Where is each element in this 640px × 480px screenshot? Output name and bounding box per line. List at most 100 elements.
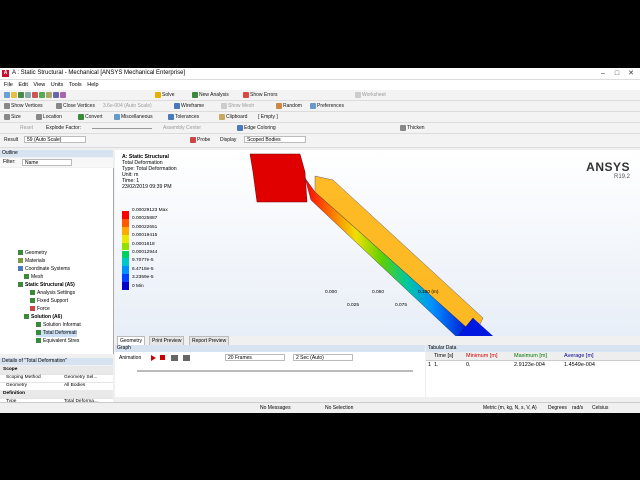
graphics-toolbar: Show Vertices Close Vertices 3.6e-004 (A… — [0, 101, 640, 112]
scale-label-050: 0.050 — [372, 290, 385, 295]
tab-report-preview[interactable]: Report Preview — [189, 336, 230, 345]
menu-view[interactable]: View — [33, 80, 45, 90]
tree-node-solution[interactable]: Solution (A6) — [24, 314, 62, 321]
probe-button[interactable]: Probe — [190, 136, 210, 144]
animation-label: Animation — [119, 355, 142, 361]
solution-icon — [24, 314, 29, 320]
tabular-panel: Time [s] Minimum [m] Maximum [m] Average… — [426, 352, 640, 397]
static-structural-icon — [18, 282, 23, 288]
tree-node-geometry[interactable]: Geometry — [18, 250, 47, 257]
table-row[interactable]: 1 1. 0. 2.9123e-004 1.4549e-004 — [426, 361, 640, 369]
thicken-button[interactable]: Thicken — [400, 124, 425, 132]
tree-node-total-deformation[interactable]: Total Deformati — [36, 330, 77, 337]
explode-slider[interactable] — [92, 128, 152, 129]
tree-node-equivalent-stress[interactable]: Equivalent Stres — [36, 338, 79, 345]
explode-toolbar: Reset Explode Factor: Assembly Center Ed… — [0, 123, 640, 134]
status-rads[interactable]: rad/s — [572, 405, 583, 411]
location-icon — [36, 113, 42, 120]
size-icon — [4, 113, 10, 120]
random-icon — [276, 102, 282, 109]
status-selection: No Selection — [325, 405, 354, 411]
standard-toolbar: Solve New Analysis Show Errors Worksheet — [0, 90, 640, 101]
tab-geometry[interactable]: Geometry — [117, 336, 145, 345]
status-messages[interactable]: No Messages — [260, 405, 291, 411]
tree-node-force[interactable]: Force — [30, 306, 50, 313]
close-icon[interactable]: ✕ — [624, 69, 638, 78]
tree-node-mesh[interactable]: Mesh — [24, 274, 43, 281]
menu-help[interactable]: Help — [87, 80, 98, 90]
filter-select[interactable]: Name — [22, 159, 72, 166]
convert-button[interactable]: Convert — [78, 113, 103, 121]
show-mesh-button[interactable]: Show Mesh — [221, 102, 254, 110]
miscellaneous-button[interactable]: Miscellaneous — [114, 113, 153, 121]
reset-button[interactable]: Reset — [20, 124, 33, 132]
clipboard-icon — [219, 113, 225, 120]
ansys-logo-icon: A — [2, 70, 9, 77]
tab-print-preview[interactable]: Print Preview — [149, 336, 185, 345]
vertices-icon — [4, 102, 10, 109]
assembly-center-select[interactable]: Assembly Center — [163, 124, 201, 132]
filter-label: Filter: — [3, 159, 16, 165]
solve-button[interactable]: Solve — [155, 91, 175, 99]
previous-frame-icon[interactable] — [171, 355, 178, 361]
new-analysis-button[interactable]: New Analysis — [192, 91, 229, 99]
explode-factor-label: Explode Factor: — [46, 125, 82, 131]
specimen-model: Y X Z — [249, 153, 493, 336]
result-toolbar: Result 59 (Auto Scale) Probe Display Sco… — [0, 134, 640, 148]
tree-node-analysis-settings[interactable]: Analysis Settings — [30, 290, 75, 297]
tolerances-button[interactable]: Tolerances — [168, 113, 199, 121]
analysis-settings-icon — [30, 290, 35, 296]
stop-icon[interactable] — [160, 355, 165, 360]
tree-node-coordinate-systems[interactable]: Coordinate Systems — [18, 266, 70, 273]
preferences-button[interactable]: Preferences — [310, 102, 344, 110]
status-degrees[interactable]: Degrees — [548, 405, 567, 411]
random-colors-button[interactable]: Random — [276, 102, 302, 110]
minimize-icon[interactable]: – — [596, 69, 610, 78]
play-icon[interactable] — [151, 355, 156, 361]
show-errors-button[interactable]: Show Errors — [243, 91, 278, 99]
frames-select[interactable]: 20 Frames — [225, 354, 285, 361]
scoped-bodies-select[interactable]: Scoped Bodies — [244, 136, 306, 143]
new-analysis-icon — [192, 91, 198, 98]
outline-tree: Geometry Materials Coordinate Systems Me… — [0, 168, 114, 354]
tree-node-fixed-support[interactable]: Fixed Support — [30, 298, 68, 305]
result-label: Result — [4, 137, 19, 143]
thicken-icon — [400, 124, 406, 131]
edge-coloring-button[interactable]: Edge Coloring — [237, 124, 276, 132]
duration-select[interactable]: 2 Sec (Auto) — [293, 354, 353, 361]
clipboard-button[interactable]: Clipboard — [219, 113, 247, 121]
window-title: A : Static Structural - Mechanical [ANSY… — [12, 70, 186, 76]
vertex-scale-field[interactable]: 3.6e-004 (Auto Scale) — [103, 102, 152, 110]
tolerances-icon — [168, 113, 174, 120]
details-value: All Bodies — [64, 383, 86, 388]
size-button[interactable]: Size — [4, 113, 21, 121]
scale-label-0: 0.000 — [325, 290, 338, 295]
left-grip — [249, 153, 308, 203]
show-vertices-button[interactable]: Show Vertices — [4, 102, 43, 110]
graphics-viewport[interactable]: A: Static Structural Total Deformation T… — [115, 150, 640, 336]
next-frame-icon[interactable] — [183, 355, 190, 361]
location-button[interactable]: Location — [36, 113, 62, 121]
scale-label-075: 0.075 — [395, 303, 408, 308]
close-vertices-button[interactable]: Close Vertices — [56, 102, 95, 110]
result-scale-select[interactable]: 59 (Auto Scale) — [24, 136, 86, 143]
menu-edit[interactable]: Edit — [18, 80, 27, 90]
display-label: Display — [220, 137, 237, 143]
tree-node-static-structural[interactable]: Static Structural (A5) — [18, 282, 75, 289]
menu-units[interactable]: Units — [51, 80, 64, 90]
quick-icons[interactable] — [4, 91, 67, 99]
wireframe-button[interactable]: Wireframe — [174, 102, 204, 110]
fixed-support-icon — [30, 298, 35, 304]
status-temp[interactable]: Celsius — [592, 405, 608, 411]
details-value: Geometry Sel... — [64, 375, 98, 380]
animation-timeline[interactable] — [137, 370, 413, 372]
details-key: Geometry — [6, 383, 28, 388]
menu-tools[interactable]: Tools — [69, 80, 82, 90]
worksheet-button[interactable]: Worksheet — [355, 91, 386, 99]
status-bar: No Messages No Selection Metric (m, kg, … — [0, 402, 640, 413]
maximize-icon[interactable]: □ — [610, 69, 624, 78]
tree-node-solution-information[interactable]: Solution Informat — [36, 322, 81, 329]
tree-node-materials[interactable]: Materials — [18, 258, 45, 265]
menu-file[interactable]: File — [4, 80, 13, 90]
status-units[interactable]: Metric (m, kg, N, s, V, A) — [483, 405, 537, 411]
